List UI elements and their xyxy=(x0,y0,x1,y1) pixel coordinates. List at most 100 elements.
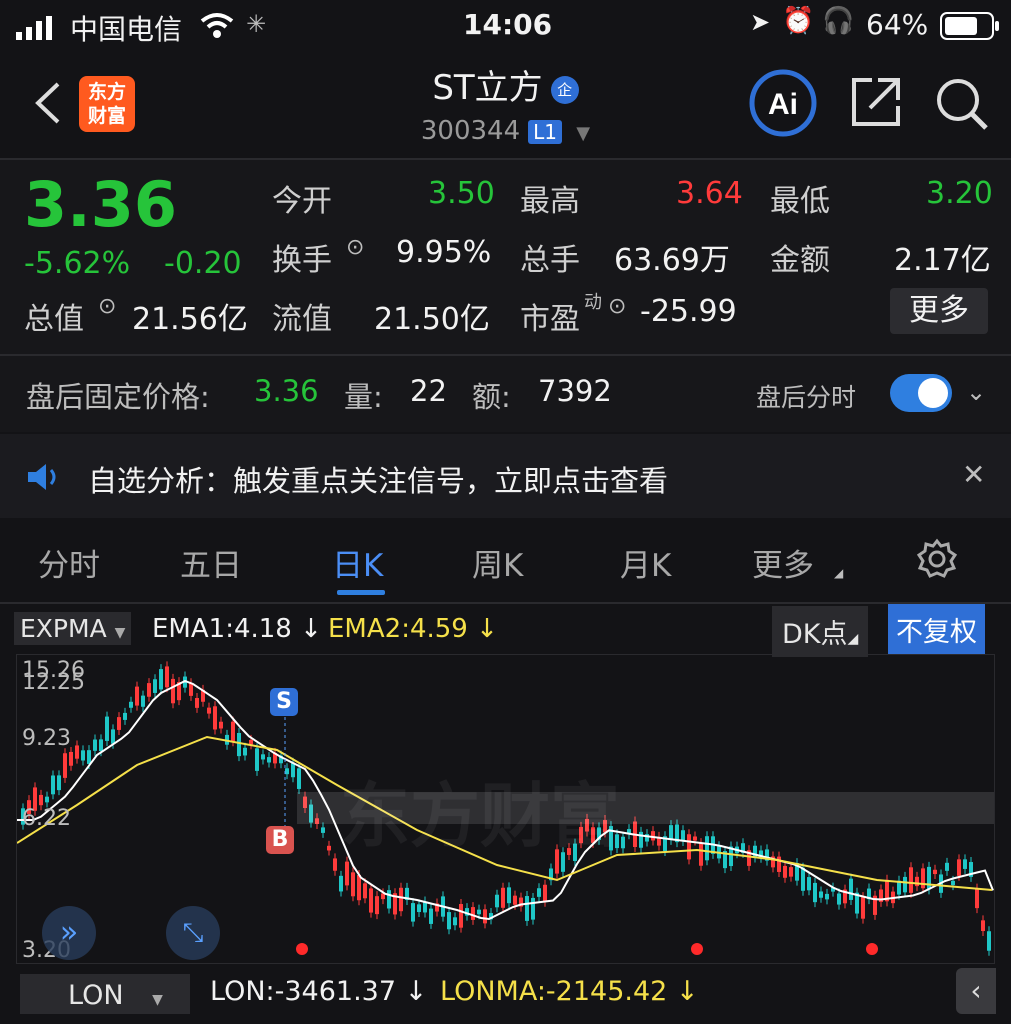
enterprise-badge: 企 xyxy=(550,75,579,104)
lon-value: LON:-3461.37 ↓ xyxy=(210,976,428,1007)
after-hours-amt-label: 额: xyxy=(472,380,511,414)
buy-marker[interactable]: B xyxy=(266,826,294,854)
candle-body xyxy=(813,882,817,903)
y-tick-3: 9.23 xyxy=(22,726,71,751)
candle-body xyxy=(789,867,793,877)
candle-body xyxy=(501,887,505,908)
candle-body xyxy=(297,768,301,789)
sell-marker[interactable]: S xyxy=(270,688,298,716)
dk-point-button[interactable]: DK点◢ xyxy=(772,606,869,657)
signal-dot xyxy=(691,943,703,955)
candle-body xyxy=(417,904,421,913)
candle-body xyxy=(513,895,517,905)
candle-body xyxy=(807,877,811,891)
chevron-down-icon: ▼ xyxy=(576,123,591,144)
wifi-icon xyxy=(200,12,234,47)
candle-body xyxy=(93,739,97,751)
candle-body xyxy=(165,666,169,688)
info-icon[interactable]: ⊙ xyxy=(346,235,364,260)
candle-body xyxy=(135,686,139,706)
candle-body xyxy=(123,712,127,720)
last-price: 3.36 xyxy=(24,168,177,241)
lon-select[interactable]: LON ▼ xyxy=(20,974,190,1014)
candle-body xyxy=(819,891,823,898)
candle-body xyxy=(399,887,403,912)
tab-monthly-k[interactable]: 月K xyxy=(620,540,671,585)
candle-body xyxy=(207,707,211,714)
collapse-left-icon[interactable]: ‹ xyxy=(956,968,996,1014)
turnover-value: 9.95% xyxy=(396,235,492,270)
candle-body xyxy=(783,865,787,878)
candle-body xyxy=(447,912,451,930)
after-hours-vol-label: 量: xyxy=(344,380,383,414)
candle-body xyxy=(915,876,919,887)
carrier-name: 中国电信 xyxy=(70,13,183,46)
high-label: 最高 xyxy=(520,184,580,219)
share-icon[interactable] xyxy=(850,76,902,132)
candle-body xyxy=(195,698,199,708)
tab-weekly-k[interactable]: 周K xyxy=(472,540,523,585)
divider xyxy=(0,158,1011,160)
after-hours-toggle-label: 盘后分时 xyxy=(756,383,857,412)
settings-gear-icon[interactable] xyxy=(916,538,958,584)
candle-body xyxy=(975,888,979,909)
battery-icon xyxy=(940,12,1000,47)
more-button[interactable]: 更多 xyxy=(890,288,988,334)
candle-body xyxy=(537,888,541,897)
candle-body xyxy=(909,867,913,893)
caret-down-icon: ▼ xyxy=(114,625,126,641)
candle-body xyxy=(903,876,907,893)
candle-body xyxy=(351,872,355,897)
lonma-value: LONMA:-2145.42 ↓ xyxy=(440,976,699,1007)
ai-button[interactable]: Ai xyxy=(748,68,818,142)
indicator-select[interactable]: EXPMA ▼ xyxy=(14,612,132,645)
candle-body xyxy=(141,695,145,707)
candle-body xyxy=(39,794,43,806)
adjust-button[interactable]: 不复权 xyxy=(888,604,985,655)
ema1-text: EMA1:4.18 xyxy=(152,614,292,644)
candle-body xyxy=(357,874,361,901)
candle-body xyxy=(951,880,955,886)
pe-value: -25.99 xyxy=(640,294,737,329)
close-icon[interactable]: ✕ xyxy=(962,458,985,491)
volume-label: 总手 xyxy=(520,243,580,278)
fullscreen-icon[interactable]: ⤡ xyxy=(166,906,220,960)
candle-body xyxy=(705,836,709,861)
tab-intraday[interactable]: 分时 xyxy=(38,540,100,585)
dk-label: DK点 xyxy=(782,619,848,650)
info-icon[interactable]: ⊙ xyxy=(608,294,626,319)
candle-body xyxy=(525,896,529,921)
chevron-down-icon[interactable]: ⌄ xyxy=(966,378,986,406)
after-hours-toggle[interactable] xyxy=(890,374,952,412)
search-icon[interactable] xyxy=(934,76,990,136)
low-label: 最低 xyxy=(770,184,830,219)
candle-body xyxy=(129,701,133,708)
stock-name: ST立方 xyxy=(432,68,543,108)
candle-body xyxy=(429,908,433,924)
change-percent: -5.62% xyxy=(24,246,131,281)
candle-body xyxy=(345,861,349,886)
candle-body xyxy=(639,831,643,848)
expand-right-icon[interactable]: » xyxy=(42,906,96,960)
candle-body xyxy=(375,896,379,915)
candle-body xyxy=(459,904,463,928)
tab-more[interactable]: 更多 xyxy=(752,540,814,585)
low-value: 3.20 xyxy=(926,176,993,211)
candle-body xyxy=(255,748,259,771)
candle-body xyxy=(369,888,373,913)
signal-dot xyxy=(296,943,308,955)
tab-daily-k[interactable]: 日K xyxy=(332,540,383,585)
candle-body xyxy=(849,878,853,900)
notice-text[interactable]: 自选分析：触发重点关注信号，立即点击查看 xyxy=(88,458,668,500)
y-tick-4: 6.22 xyxy=(22,806,71,831)
lonma-text: LONMA:-2145.42 xyxy=(440,976,668,1007)
open-label: 今开 xyxy=(272,184,332,219)
signal-dot xyxy=(866,943,878,955)
candle-body xyxy=(861,897,865,919)
candle-body xyxy=(531,897,535,920)
candle-body xyxy=(99,739,103,752)
info-icon[interactable]: ⊙ xyxy=(98,294,116,319)
candle-body xyxy=(669,825,673,840)
tab-five-day[interactable]: 五日 xyxy=(180,540,242,585)
candle-body xyxy=(477,909,481,915)
